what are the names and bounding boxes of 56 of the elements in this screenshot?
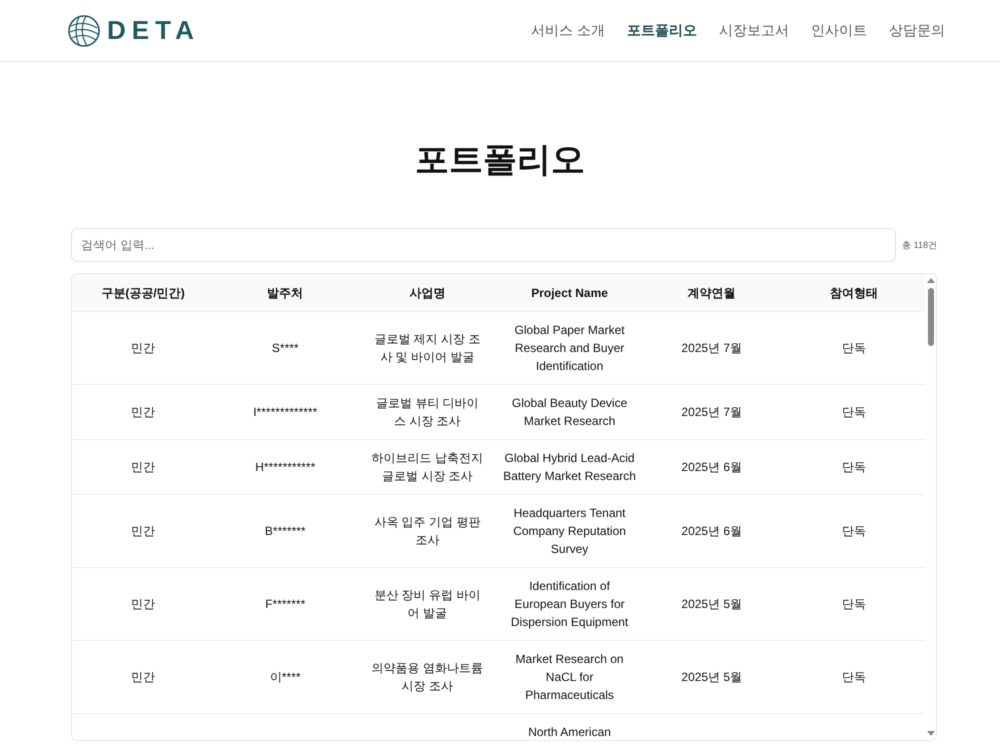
nav-link[interactable]: 상담문의	[889, 22, 945, 40]
table-cell-text: 2025년 6월	[680, 523, 744, 540]
table-cell-text: Global Beauty Device Market Research	[510, 395, 628, 430]
search-field[interactable]: 검색어 입력...	[71, 228, 896, 262]
table-cell-text: 단독	[840, 596, 867, 613]
table-cell-text: 민간	[130, 404, 156, 421]
table-cell-text: Global Paper Market Research and Buyer Identification	[514, 322, 626, 375]
column-header: Project Name	[530, 284, 609, 302]
scroll-up-icon[interactable]	[926, 278, 934, 283]
globe-logo-icon	[67, 14, 101, 48]
table-cell-text: 이****	[268, 669, 302, 686]
table-cell-text: 단독	[840, 459, 867, 476]
table-cell-text: 단독	[840, 523, 867, 540]
table-cell: North American	[498, 714, 641, 740]
table-cell-text: 민간	[130, 523, 156, 540]
table-cell-text: F*******	[264, 596, 306, 613]
table-cell-text: 단독	[840, 340, 867, 357]
table-cell-text: 단독	[840, 404, 867, 421]
logo-text: DETA	[107, 15, 200, 46]
table-cell-text: 글로벌 제지 시장 조사 및 바이어 발굴	[373, 331, 482, 366]
nav-link[interactable]: 시장보고서	[719, 22, 789, 40]
result-count: 총 118건	[902, 238, 937, 252]
scrollbar-thumb[interactable]	[928, 288, 934, 346]
scroll-down-icon[interactable]	[926, 731, 934, 736]
column-header: 사업명	[408, 284, 446, 302]
table-cell-text: 2025년 7월	[680, 404, 744, 421]
table-cell-text: 단독	[840, 669, 867, 686]
column-header: 구분(공공/민간)	[100, 284, 186, 302]
table-cell-text: 분산 장비 유럽 바이어 발굴	[373, 587, 482, 622]
table-cell-text: 글로벌 뷰티 디바이스 시장 조사	[375, 395, 480, 430]
table-cell-text: Global Hybrid Lead-Acid Battery Market Research	[502, 450, 637, 485]
table-cell-text: Identification of European Buyers for Dispersion Equipment	[510, 578, 630, 631]
nav-link[interactable]: 인사이트	[811, 22, 867, 40]
column-header: 참여형태	[828, 284, 879, 302]
table-cell-text: Headquarters Tenant Company Reputation Survey	[512, 505, 627, 558]
table-cell-text: H***********	[254, 459, 316, 476]
table-cell-text: 2025년 6월	[680, 459, 744, 476]
table-cell-text: 하이브리드 납축전지 글로벌 시장 조사	[370, 450, 484, 485]
column-header: 계약연월	[686, 284, 737, 302]
table-cell-text: 의약품용 염화나트륨 시장 조사	[370, 660, 484, 695]
table-cell-text: 2025년 7월	[680, 340, 744, 357]
page-title: 포트폴리오	[415, 140, 585, 181]
table-cell-text: Market Research on NaCL for Pharmaceuticals	[514, 651, 625, 704]
table-cell-text: S****	[270, 340, 300, 357]
nav-link[interactable]: 포트폴리오	[627, 22, 697, 40]
table-cell-text: 민간	[130, 669, 156, 686]
table-cell-text: 민간	[130, 459, 156, 476]
table-cell-text: I*************	[252, 404, 318, 421]
table-cell-text: 2025년 5월	[680, 596, 744, 613]
table-cell-text: 2025년 5월	[680, 669, 744, 686]
table-cell-text: 민간	[130, 596, 156, 613]
table-cell-text: 사옥 입주 기업 평판 조사	[373, 514, 482, 549]
table-cell-text: B*******	[264, 523, 307, 540]
column-header: 발주처	[266, 284, 304, 302]
nav-link[interactable]: 서비스 소개	[531, 22, 605, 40]
table-cell-text: 민간	[130, 340, 156, 357]
